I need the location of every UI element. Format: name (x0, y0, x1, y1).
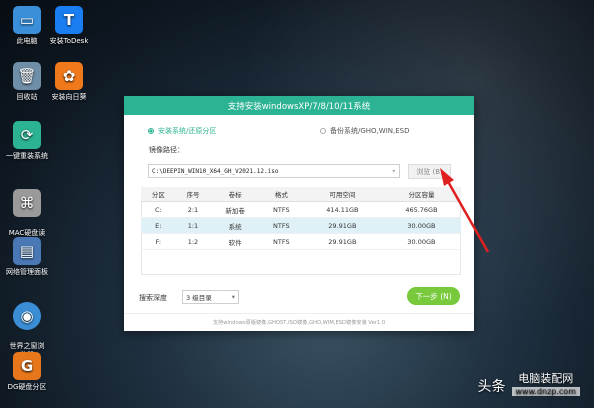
watermark-brand: 电脑装配网 www.dnzp.com (511, 370, 580, 396)
radio-selected-icon (148, 128, 154, 134)
chevron-down-icon[interactable]: ▾ (392, 167, 396, 175)
column-header: 卷标 (210, 187, 260, 202)
table-cell: C: (141, 201, 176, 218)
desktop-icon-label: 此电脑 (16, 37, 38, 45)
table-cell: F: (141, 233, 176, 250)
reinstall-icon: ⟳ (13, 121, 41, 149)
search-depth-value: 3 级目录 (186, 294, 212, 302)
recycle-bin-icon: 🗑 (13, 62, 41, 90)
column-header: 分区容量 (381, 187, 461, 202)
table-cell: 29.91GB (302, 217, 382, 234)
desktop-icon-label: DG硬盘分区 (7, 383, 47, 391)
table-cell: NTFS (259, 201, 303, 218)
desktop-icon-label: 回收站 (16, 93, 38, 101)
column-header: 分区 (141, 187, 176, 202)
table-cell: 1:2 (175, 233, 211, 250)
table-cell: NTFS (259, 217, 303, 234)
desktop-icon-sunflower[interactable]: ✿ 安装向日葵 (42, 62, 96, 102)
table-cell: 1:1 (175, 217, 211, 234)
watermark: 头条 电脑装配网 www.dnzp.com (477, 370, 580, 396)
table-cell: 29.91GB (302, 233, 382, 250)
window-title: 支持安装windowsXP/7/8/10/11系统 (124, 96, 474, 115)
table-cell: 2:1 (175, 201, 211, 218)
chevron-down-icon: ▾ (231, 293, 235, 301)
desktop-icon-label: 安装向日葵 (51, 93, 87, 101)
partition-table: 分区 序号 卷标 格式 可用空间 分区容量 C: 2:1 新加卷 NTFS 41… (141, 187, 461, 250)
watermark-site-name: 电脑装配网 (518, 372, 574, 385)
desktop-icon-browser[interactable]: ◉ 世界之窗浏 览器 (0, 293, 54, 360)
table-row[interactable]: C: 2:1 新加卷 NTFS 414.11GB 465.76GB (141, 201, 461, 218)
column-header: 序号 (175, 187, 211, 202)
table-cell: 414.11GB (302, 201, 382, 218)
table-cell: 软件 (210, 233, 260, 250)
radio-backup-label: 备份系统/GHO,WIN,ESD (330, 127, 410, 135)
column-header: 可用空间 (302, 187, 382, 202)
browse-button[interactable]: 浏览 (B) (408, 164, 451, 179)
sunflower-icon: ✿ (55, 62, 83, 90)
image-path-value: C:\DEEPIN_WIN10_X64_GH_V2021.12.iso (152, 167, 279, 175)
table-row-selected[interactable]: E: 1:1 系统 NTFS 29.91GB 30.00GB (141, 217, 461, 234)
desktop-icon-network-panel[interactable]: ▤ 网络管理面板 (0, 237, 54, 277)
diskgenius-icon: G (13, 352, 41, 380)
table-cell: 30.00GB (381, 233, 461, 250)
table-row[interactable]: F: 1:2 软件 NTFS 29.91GB 30.00GB (141, 233, 461, 250)
image-path-combobox[interactable]: C:\DEEPIN_WIN10_X64_GH_V2021.12.iso ▾ (148, 164, 400, 178)
desktop-icon-todesk[interactable]: T 安装ToDesk (42, 6, 96, 46)
next-button[interactable]: 下一步 (N) (407, 287, 460, 305)
column-header: 格式 (259, 187, 303, 202)
image-path-label: 镜像路径： (149, 146, 184, 154)
search-depth-label: 搜索深度 (139, 294, 167, 302)
browser-icon: ◉ (13, 302, 41, 330)
desktop-icon-label: 一键重装系统 (6, 152, 48, 160)
desktop-icon-label: 安装ToDesk (49, 37, 89, 45)
watermark-url: www.dnzp.com (511, 387, 580, 396)
todesk-icon: T (55, 6, 83, 34)
installer-window: 支持安装windowsXP/7/8/10/11系统 安装系统/还原分区 备份系统… (124, 96, 474, 331)
watermark-source: 头条 (477, 379, 506, 395)
mac-drive-icon: ⌘ (13, 189, 41, 217)
search-depth-select[interactable]: 3 级目录 ▾ (182, 290, 239, 304)
window-footer: 支持windows原版镜像,GHOST,ISO镜像,GHO,WIM,ESD镜像安… (124, 313, 474, 331)
table-cell: 系统 (210, 217, 260, 234)
radio-install-label: 安装系统/还原分区 (158, 127, 217, 135)
network-panel-icon: ▤ (13, 237, 41, 265)
table-header-row: 分区 序号 卷标 格式 可用空间 分区容量 (141, 187, 461, 202)
table-cell: NTFS (259, 233, 303, 250)
table-cell: E: (141, 217, 176, 234)
radio-backup-system[interactable]: 备份系统/GHO,WIN,ESD (320, 126, 410, 136)
computer-icon: ▭ (13, 6, 41, 34)
table-cell: 新加卷 (210, 201, 260, 218)
radio-unselected-icon (320, 128, 326, 134)
desktop-icon-reinstall[interactable]: ⟳ 一键重装系统 (0, 121, 54, 161)
table-cell: 30.00GB (381, 217, 461, 234)
mode-radio-group: 安装系统/还原分区 备份系统/GHO,WIN,ESD (148, 126, 450, 136)
table-cell: 465.76GB (381, 201, 461, 218)
desktop-icon-label: 网络管理面板 (6, 268, 48, 276)
desktop-icon-diskgenius[interactable]: G DG硬盘分区 (0, 352, 54, 392)
radio-install-system[interactable]: 安装系统/还原分区 (148, 126, 216, 136)
